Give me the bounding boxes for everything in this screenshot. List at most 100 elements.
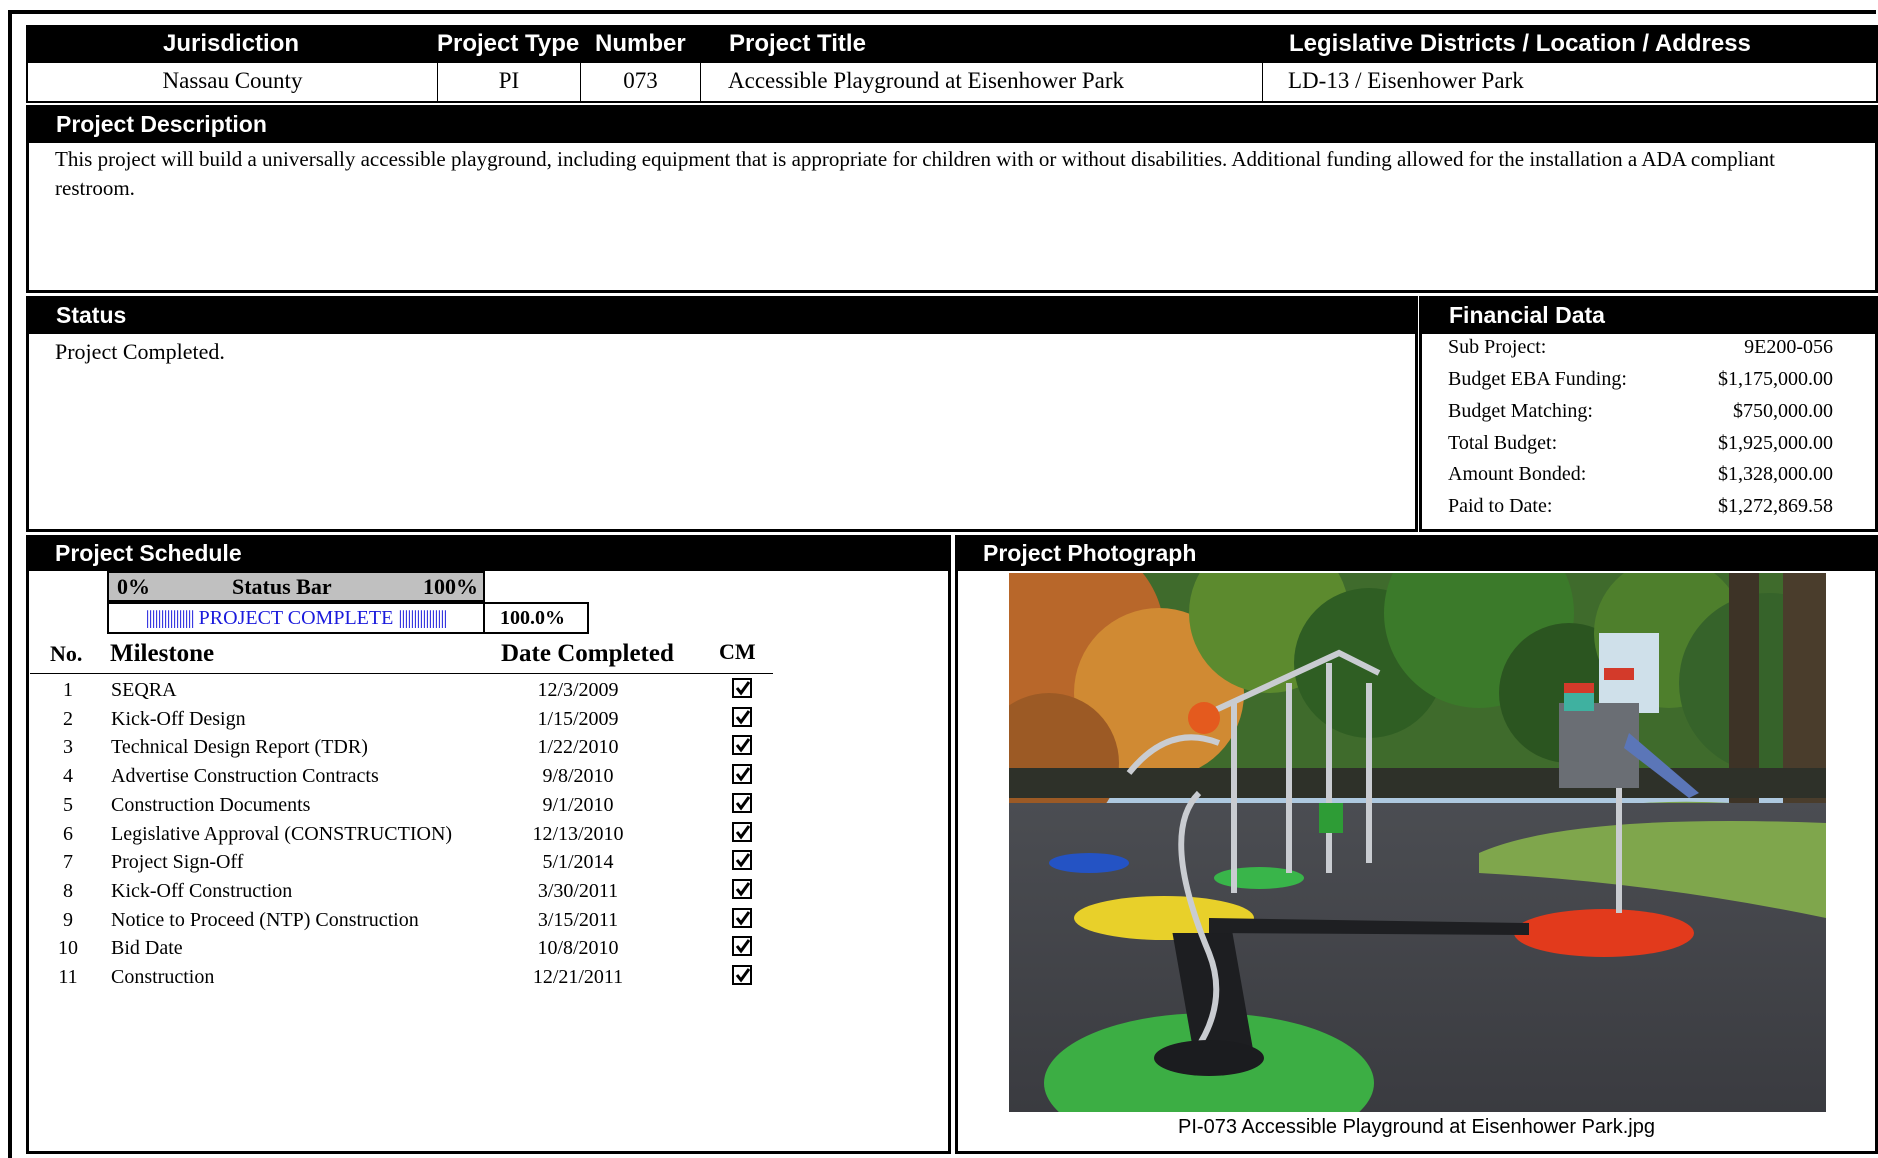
milestone-number: 9 xyxy=(63,909,73,931)
col-cm: CM xyxy=(719,639,756,664)
financial-label: Budget Matching: xyxy=(1448,400,1593,422)
cm-checkbox[interactable] xyxy=(732,735,752,755)
milestone-row: 11 Construction 12/21/2011 xyxy=(30,963,780,991)
milestone-name: Kick-Off Design xyxy=(111,708,246,730)
checkmark-icon xyxy=(735,710,751,725)
checkmark-icon xyxy=(735,767,751,782)
financial-value: $1,925,000.00 xyxy=(1718,432,1833,454)
status-bar-text: PROJECT COMPLETE xyxy=(198,608,394,628)
checkmark-icon xyxy=(735,882,751,897)
cm-checkbox[interactable] xyxy=(732,850,752,870)
status-bar-stripes-left: |||||||||||||||| xyxy=(145,608,195,628)
col-no: No. xyxy=(50,641,83,666)
status-bar-fill: |||||||||||||||| PROJECT COMPLETE ||||||… xyxy=(112,608,480,628)
cm-checkbox[interactable] xyxy=(732,678,752,698)
financial-value: $1,175,000.00 xyxy=(1718,368,1833,390)
milestone-name: Technical Design Report (TDR) xyxy=(111,736,368,758)
milestone-row: 7 Project Sign-Off 5/1/2014 xyxy=(30,848,780,876)
value-jurisdiction: Nassau County xyxy=(28,62,438,102)
financial-value: $1,272,869.58 xyxy=(1718,495,1833,517)
milestone-number: 11 xyxy=(58,966,78,988)
status-bar-stripes-right: |||||||||||||||| xyxy=(398,608,447,628)
milestone-name: Construction xyxy=(111,966,215,988)
milestone-number: 6 xyxy=(63,823,73,845)
value-number: 073 xyxy=(581,62,701,102)
cm-checkbox[interactable] xyxy=(732,822,752,842)
checkmark-icon xyxy=(735,796,751,811)
cm-checkbox[interactable] xyxy=(732,707,752,727)
milestone-row: 9 Notice to Proceed (NTP) Construction 3/1… xyxy=(30,906,780,934)
photo-heading: Project Photograph xyxy=(955,535,1878,571)
milestone-date: 12/21/2011 xyxy=(532,966,624,988)
photo-caption: PI-073 Accessible Playground at Eisenhow… xyxy=(1178,1116,1655,1138)
checkmark-icon xyxy=(735,738,751,753)
milestone-date: 12/13/2010 xyxy=(532,823,624,845)
financial-value: $750,000.00 xyxy=(1733,400,1833,422)
milestone-date: 12/3/2009 xyxy=(537,679,619,701)
financial-row-total-budget: Total Budget: $1,925,000.00 xyxy=(1448,428,1833,458)
value-location: LD-13 / Eisenhower Park xyxy=(1288,68,1524,93)
col-location: Legislative Districts / Location / Addre… xyxy=(1289,30,1751,57)
milestone-number: 7 xyxy=(63,851,73,873)
status-bar-label: Status Bar xyxy=(232,574,332,599)
cm-checkbox[interactable] xyxy=(732,936,752,956)
financial-value: 9E200-056 xyxy=(1744,336,1833,358)
milestone-name: Legislative Approval (CONSTRUCTION) xyxy=(111,823,453,845)
milestone-row: 5 Construction Documents 9/1/2010 xyxy=(30,791,780,819)
milestone-row: 10 Bid Date 10/8/2010 xyxy=(30,934,780,962)
description-title: Project Description xyxy=(56,111,267,137)
milestone-date: 9/8/2010 xyxy=(542,765,614,787)
cm-checkbox[interactable] xyxy=(732,908,752,928)
milestone-number: 1 xyxy=(63,679,73,701)
financial-value: $1,328,000.00 xyxy=(1718,463,1833,485)
cm-checkbox[interactable] xyxy=(732,793,752,813)
milestone-row: 3 Technical Design Report (TDR) 1/22/2010 xyxy=(30,733,780,761)
playground-photo xyxy=(1009,573,1826,1112)
cm-checkbox[interactable] xyxy=(732,764,752,784)
cm-checkbox[interactable] xyxy=(732,879,752,899)
status-heading: Status xyxy=(26,296,1418,334)
milestone-name: Construction Documents xyxy=(111,794,311,816)
col-jurisdiction: Jurisdiction xyxy=(163,30,300,57)
value-project-type: PI xyxy=(438,62,581,102)
checkmark-icon xyxy=(735,681,751,696)
financial-heading: Financial Data xyxy=(1419,296,1878,334)
milestone-number: 2 xyxy=(63,708,73,730)
checkmark-icon xyxy=(735,825,751,840)
milestone-number: 4 xyxy=(63,765,73,787)
milestone-date: 1/22/2010 xyxy=(537,736,619,758)
status-text: Project Completed. xyxy=(55,339,225,364)
value-project-title: Accessible Playground at Eisenhower Park xyxy=(701,62,1263,102)
milestone-date: 1/15/2009 xyxy=(537,708,619,730)
milestone-number: 5 xyxy=(63,794,73,816)
checkmark-icon xyxy=(735,968,751,983)
milestone-row: 1 SEQRA 12/3/2009 xyxy=(30,676,780,704)
milestone-number: 8 xyxy=(63,880,73,902)
col-milestone: Milestone xyxy=(110,640,215,667)
financial-label: Total Budget: xyxy=(1448,432,1558,454)
project-photo xyxy=(1009,573,1826,1112)
milestone-number: 10 xyxy=(58,937,78,959)
milestone-date: 3/15/2011 xyxy=(537,909,619,931)
financial-row-sub-project: Sub Project: 9E200-056 xyxy=(1448,332,1833,362)
milestone-name: Project Sign-Off xyxy=(111,851,244,873)
milestone-name: Kick-Off Construction xyxy=(111,880,293,902)
milestone-header: No. Milestone Date Completed CM xyxy=(30,636,773,674)
milestone-row: 8 Kick-Off Construction 3/30/2011 xyxy=(30,877,780,905)
financial-row-matching: Budget Matching: $750,000.00 xyxy=(1448,396,1833,426)
description-text: This project will build a universally ac… xyxy=(55,147,1775,200)
financial-label: Amount Bonded: xyxy=(1448,463,1587,485)
status-bar-header: 0% Status Bar 100% xyxy=(107,571,485,602)
financial-row-paid-to-date: Paid to Date: $1,272,869.58 xyxy=(1448,491,1833,521)
cm-checkbox[interactable] xyxy=(732,965,752,985)
schedule-title: Project Schedule xyxy=(55,540,242,566)
status-bar-track: |||||||||||||||| PROJECT COMPLETE ||||||… xyxy=(107,602,485,634)
milestone-name: SEQRA xyxy=(111,679,177,701)
milestone-date: 10/8/2010 xyxy=(537,937,619,959)
milestone-row: 4 Advertise Construction Contracts 9/8/201… xyxy=(30,762,780,790)
milestone-name: Advertise Construction Contracts xyxy=(111,765,379,787)
financial-row-amount-bonded: Amount Bonded: $1,328,000.00 xyxy=(1448,459,1833,489)
status-bar-max: 100% xyxy=(423,574,478,599)
status-bar-percent-text: 100.0% xyxy=(500,607,565,629)
milestone-row: 2 Kick-Off Design 1/15/2009 xyxy=(30,705,780,733)
